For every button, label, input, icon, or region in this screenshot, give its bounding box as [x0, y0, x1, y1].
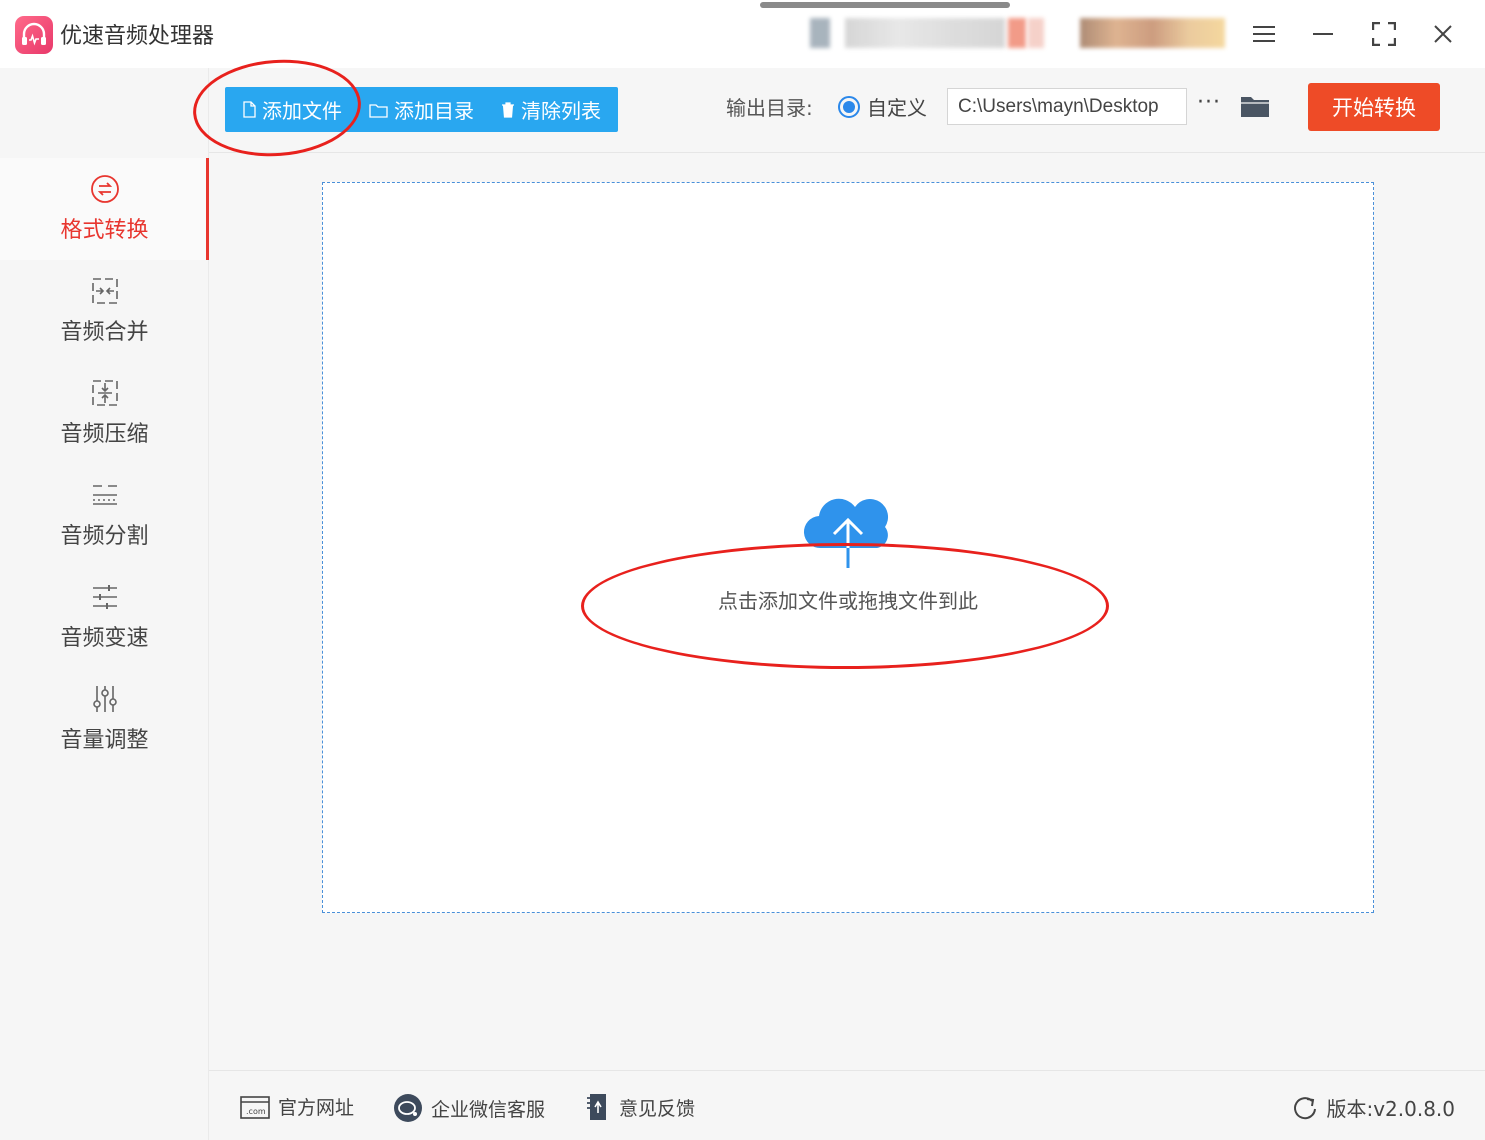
sidebar-item-audio-merge[interactable]: 音频合并: [0, 260, 209, 362]
add-file-label: 添加文件: [262, 99, 342, 123]
wechat-icon: [394, 1094, 422, 1122]
custom-output-radio[interactable]: [838, 96, 860, 118]
add-folder-button[interactable]: 添加目录: [367, 87, 497, 132]
svg-text:.com: .com: [246, 1107, 266, 1116]
minimize-icon: [1313, 33, 1333, 35]
open-folder-button[interactable]: [1240, 94, 1270, 122]
toolbar: 添加文件 添加目录 清除列表 输出目录: 自定义 ··· 开始转换: [209, 68, 1485, 153]
folder-outline-icon: [369, 103, 388, 118]
version-info: 版本:v2.0.8.0: [1292, 1093, 1455, 1122]
sidebar-item-volume-adjust[interactable]: 音量调整: [0, 668, 209, 770]
volume-icon: [92, 686, 117, 712]
output-dir-label: 输出目录:: [726, 96, 813, 120]
website-icon: .com: [240, 1095, 270, 1119]
redacted-block: [1028, 18, 1044, 48]
file-icon: [243, 101, 256, 118]
sidebar-item-label: 格式转换: [60, 218, 149, 243]
sidebar-item-label: 音频合并: [60, 320, 149, 345]
clear-list-label: 清除列表: [521, 99, 601, 123]
app-title: 优速音频处理器: [60, 24, 215, 49]
redacted-block: [1008, 18, 1026, 48]
output-path-input[interactable]: [947, 88, 1187, 125]
menu-icon: [1253, 26, 1275, 42]
compress-icon: [91, 380, 118, 406]
sidebar-item-label: 音频分割: [60, 524, 149, 549]
start-convert-button[interactable]: 开始转换: [1308, 83, 1440, 131]
trash-icon: [502, 102, 514, 118]
sidebar-item-label: 音量调整: [60, 728, 149, 753]
redacted-avatar: [1080, 18, 1225, 48]
add-file-button[interactable]: 添加文件: [225, 87, 367, 132]
cloud-upload-icon: [803, 498, 889, 568]
website-label: 官方网址: [278, 1097, 355, 1119]
sidebar-item-format-convert[interactable]: 格式转换: [0, 158, 209, 260]
wechat-label: 企业微信客服: [431, 1098, 546, 1121]
main-area: 点击添加文件或拖拽文件到此: [209, 153, 1485, 1070]
convert-icon: [90, 175, 119, 203]
custom-output-label: 自定义: [867, 96, 927, 120]
app-logo: [15, 16, 53, 54]
refresh-icon: [1294, 1096, 1317, 1119]
more-options-button[interactable]: ···: [1197, 90, 1221, 115]
title-bar: 优速音频处理器: [0, 0, 1485, 68]
headphone-icon: [22, 22, 46, 46]
maximize-icon: [1372, 22, 1396, 46]
version-label: 版本:v2.0.8.0: [1326, 1097, 1455, 1121]
folder-icon: [1241, 97, 1269, 117]
speed-icon: [92, 585, 117, 609]
close-button[interactable]: [1423, 14, 1463, 54]
menu-button[interactable]: [1244, 14, 1284, 54]
website-link[interactable]: .com 官方网址: [240, 1093, 354, 1120]
redacted-bar: [760, 2, 1010, 8]
drop-zone-hint: 点击添加文件或拖拽文件到此: [718, 589, 978, 613]
file-drop-zone[interactable]: 点击添加文件或拖拽文件到此: [322, 182, 1374, 913]
split-icon: [92, 485, 117, 505]
feedback-label: 意见反馈: [619, 1097, 696, 1120]
redacted-block: [845, 18, 1005, 48]
sidebar-item-label: 音频压缩: [60, 422, 149, 447]
clear-list-button[interactable]: 清除列表: [497, 87, 618, 132]
add-folder-label: 添加目录: [394, 99, 474, 123]
sidebar-item-audio-speed[interactable]: 音频变速: [0, 566, 209, 668]
sidebar-item-audio-split[interactable]: 音频分割: [0, 464, 209, 566]
file-button-group: 添加文件 添加目录 清除列表: [225, 87, 618, 132]
merge-icon: [91, 278, 118, 304]
maximize-button[interactable]: [1364, 14, 1404, 54]
footer: .com 官方网址 企业微信客服 意见反馈 版本:v2.0.8.0: [209, 1070, 1485, 1140]
close-icon: [1434, 25, 1452, 43]
sidebar: 格式转换 音频合并 音频压缩 音频分割 音频变速 音量调整: [0, 68, 209, 1140]
wechat-support-link[interactable]: 企业微信客服: [393, 1093, 545, 1123]
redacted-block: [810, 18, 830, 48]
feedback-icon: [587, 1094, 606, 1120]
sidebar-item-audio-compress[interactable]: 音频压缩: [0, 362, 209, 464]
feedback-link[interactable]: 意见反馈: [585, 1093, 695, 1121]
minimize-button[interactable]: [1303, 14, 1343, 54]
sidebar-item-label: 音频变速: [60, 626, 149, 651]
